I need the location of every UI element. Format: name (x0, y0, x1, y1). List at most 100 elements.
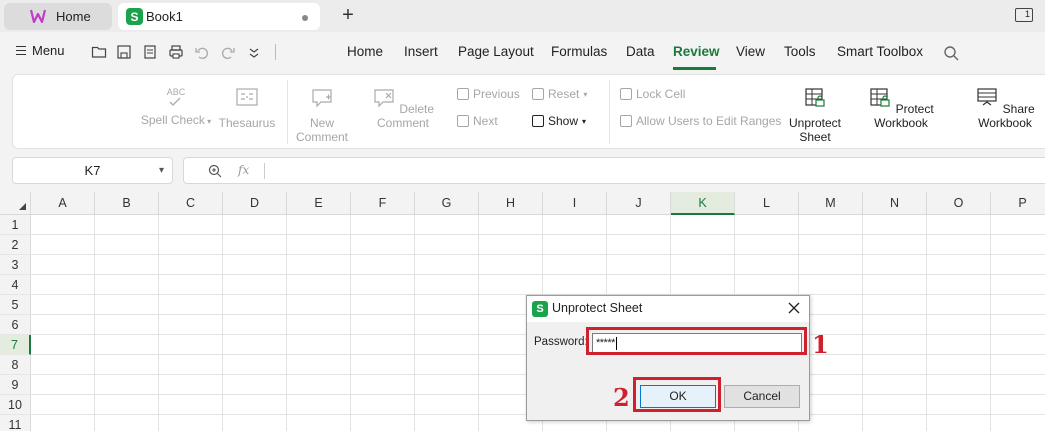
export-icon[interactable] (142, 44, 158, 60)
unprotect-sheet-button[interactable]: Unprotect Sheet (779, 87, 851, 144)
row-header-8[interactable]: 8 (0, 355, 31, 375)
print-icon[interactable] (168, 44, 184, 60)
hamburger-icon (16, 46, 26, 55)
close-icon[interactable] (786, 300, 802, 316)
row-header-10[interactable]: 10 (0, 395, 31, 415)
tab-book1[interactable]: S Book1 (118, 3, 320, 30)
share-workbook-button[interactable]: Share Workbook (957, 87, 1045, 130)
column-header-i[interactable]: I (543, 192, 607, 215)
menu-insert[interactable]: Insert (404, 44, 438, 59)
new-tab-plus-icon[interactable]: + (338, 5, 358, 25)
column-header-n[interactable]: N (863, 192, 927, 215)
grid-line (414, 215, 415, 431)
grid-line (990, 215, 991, 431)
more-commands-icon[interactable] (246, 44, 262, 60)
grid-line (350, 215, 351, 431)
next-comment-button[interactable]: Next (457, 114, 498, 128)
spell-check-label: Spell Check (140, 113, 205, 127)
row-header-11[interactable]: 11 (0, 415, 31, 431)
allow-users-edit-ranges-button[interactable]: Allow Users to Edit Ranges (620, 114, 781, 128)
row-header-3[interactable]: 3 (0, 255, 31, 275)
grid-line (158, 215, 159, 431)
row-header-2[interactable]: 2 (0, 235, 31, 255)
menu-data[interactable]: Data (626, 44, 655, 59)
menu-home[interactable]: Home (347, 44, 383, 59)
annotation-step-2: 2 (613, 383, 630, 412)
redo-icon[interactable] (220, 44, 236, 60)
column-header-l[interactable]: L (735, 192, 799, 215)
row-header-6[interactable]: 6 (0, 315, 31, 335)
open-folder-icon[interactable] (91, 44, 107, 60)
row-header-4[interactable]: 4 (0, 275, 31, 295)
menu-smart-toolbox[interactable]: Smart Toolbox (837, 44, 923, 59)
unsaved-dot-icon[interactable] (302, 15, 308, 21)
cell-reference: K7 (84, 163, 101, 178)
menu-button[interactable]: Menu (16, 43, 65, 58)
search-icon[interactable] (943, 45, 959, 61)
spell-check-icon: ABC (164, 87, 188, 109)
new-comment-label-line2: Comment (296, 130, 349, 144)
window-layout-icon[interactable]: 1 (1015, 8, 1033, 22)
column-header-m[interactable]: M (799, 192, 863, 215)
dialog-title: Unprotect Sheet (552, 301, 643, 315)
tab-home[interactable]: Home (4, 3, 112, 30)
previous-label: Previous (473, 87, 520, 101)
annotation-highlight-ok (633, 377, 721, 412)
column-header-g[interactable]: G (415, 192, 479, 215)
lock-cell-button[interactable]: Lock Cell (620, 87, 685, 101)
grid-line (31, 274, 1045, 275)
ribbon-divider (609, 80, 610, 144)
protect-workbook-button[interactable]: Protect Workbook (851, 87, 951, 130)
lock-cell-label: Lock Cell (636, 87, 686, 101)
column-header-c[interactable]: C (159, 192, 223, 215)
column-header-k[interactable]: K (671, 192, 735, 215)
column-header-e[interactable]: E (287, 192, 351, 215)
unprotect-label-line1: Unprotect (788, 116, 842, 130)
reset-button[interactable]: Reset ▾ (532, 87, 587, 101)
function-icon[interactable]: fx (238, 163, 249, 177)
chevron-down-icon[interactable]: ▾ (159, 158, 164, 183)
show-button[interactable]: Show ▾ (532, 114, 586, 128)
column-header-o[interactable]: O (927, 192, 991, 215)
next-comment-icon (457, 115, 469, 127)
spell-check-button[interactable]: ABC Spell Check ▾ (140, 87, 212, 127)
menu-review[interactable]: Review (673, 44, 720, 59)
formula-input[interactable]: fx (183, 157, 1045, 184)
row-header-5[interactable]: 5 (0, 295, 31, 315)
tab-bar: Home S Book1 + 1 (0, 0, 1045, 32)
new-comment-button[interactable]: New Comment (296, 87, 348, 144)
delete-comment-button[interactable]: Delete Comment (357, 87, 449, 130)
column-header-d[interactable]: D (223, 192, 287, 215)
menu-view[interactable]: View (736, 44, 765, 59)
zoom-icon[interactable] (208, 164, 222, 178)
next-label: Next (473, 114, 498, 128)
column-header-p[interactable]: P (991, 192, 1045, 215)
save-icon[interactable] (116, 44, 132, 60)
column-header-f[interactable]: F (351, 192, 415, 215)
new-comment-icon (312, 89, 332, 108)
column-header-a[interactable]: A (31, 192, 95, 215)
spreadsheet-grid[interactable]: A B C D E F G H I J K L M N O P 1 2 3 4 5 6 7 8 9 10 11 (0, 192, 1045, 431)
name-box[interactable]: K7 ▾ (12, 157, 173, 184)
active-tab-underline (673, 67, 716, 70)
undo-icon[interactable] (194, 44, 210, 60)
new-comment-label-line1: New (309, 116, 334, 130)
menu-page-layout[interactable]: Page Layout (458, 44, 534, 59)
previous-comment-button[interactable]: Previous (457, 87, 520, 101)
column-header-h[interactable]: H (479, 192, 543, 215)
thesaurus-button[interactable]: Thesaurus (218, 87, 276, 130)
lock-cell-icon (620, 88, 632, 100)
column-header-j[interactable]: J (607, 192, 671, 215)
row-header-9[interactable]: 9 (0, 375, 31, 395)
previous-comment-icon (457, 88, 469, 100)
row-header-7[interactable]: 7 (0, 335, 31, 355)
row-header-1[interactable]: 1 (0, 215, 31, 235)
menu-formulas[interactable]: Formulas (551, 44, 607, 59)
column-header-b[interactable]: B (95, 192, 159, 215)
menu-tools[interactable]: Tools (784, 44, 816, 59)
select-all-corner[interactable] (0, 192, 31, 215)
review-ribbon: ABC Spell Check ▾ Thesaurus New Comment … (12, 74, 1045, 149)
tab-book1-label: Book1 (146, 9, 183, 24)
toolbar-divider (275, 44, 276, 60)
cancel-button[interactable]: Cancel (724, 385, 800, 408)
